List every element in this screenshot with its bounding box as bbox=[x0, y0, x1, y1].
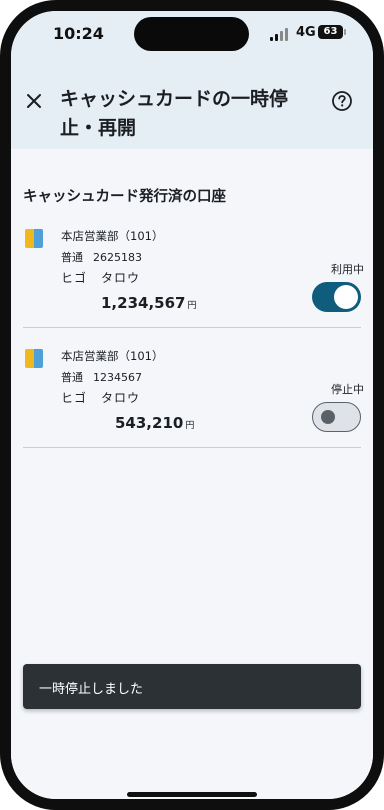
branch-name: 本店営業部（101） bbox=[61, 229, 164, 243]
close-button[interactable] bbox=[23, 90, 45, 112]
app-bar: キャッシュカードの一時停止・再開 bbox=[11, 67, 373, 149]
main-content: キャッシュカード発行済の口座 本店営業部（101） 普通 2625183 ヒゴ タロ… bbox=[11, 149, 373, 799]
balance-amount: 1,234,567 bbox=[101, 294, 186, 312]
battery-icon: 63 bbox=[318, 25, 343, 39]
account-number-line: 普通 1234567 bbox=[61, 369, 142, 385]
home-indicator[interactable] bbox=[127, 792, 257, 797]
close-icon bbox=[27, 94, 41, 108]
divider bbox=[23, 327, 361, 328]
dynamic-island bbox=[134, 17, 249, 51]
status-time: 10:24 bbox=[53, 24, 104, 43]
card-toggle-switch[interactable] bbox=[312, 402, 361, 432]
cash-card-icon bbox=[25, 229, 43, 248]
account-item: 本店営業部（101） 普通 1234567 ヒゴ タロウ 543,210 円 停止中 bbox=[11, 337, 373, 457]
account-holder: ヒゴ タロウ bbox=[61, 269, 140, 286]
signal-icon bbox=[270, 28, 290, 41]
help-button[interactable] bbox=[331, 90, 353, 112]
account-number: 1234567 bbox=[93, 371, 142, 384]
balance: 1,234,567 円 bbox=[101, 293, 196, 312]
phone-frame: 10:24 4G 63 キャッシュカードの一時停止・再開 キャッシュカード発行済… bbox=[0, 0, 384, 810]
card-status-label: 停止中 bbox=[331, 383, 364, 396]
snackbar-message: 一時停止しました bbox=[39, 682, 144, 697]
branch-name: 本店営業部（101） bbox=[61, 349, 164, 363]
balance-currency: 円 bbox=[187, 301, 197, 311]
card-status-label: 利用中 bbox=[331, 263, 364, 276]
balance-currency: 円 bbox=[185, 421, 195, 431]
toggle-knob bbox=[334, 285, 358, 309]
battery-tip bbox=[344, 29, 346, 35]
status-bar: 10:24 4G 63 bbox=[11, 11, 373, 67]
account-type: 普通 bbox=[61, 251, 83, 264]
cash-card-icon bbox=[25, 349, 43, 368]
account-type: 普通 bbox=[61, 371, 83, 384]
divider bbox=[23, 447, 361, 448]
balance: 543,210 円 bbox=[115, 413, 194, 432]
account-holder: ヒゴ タロウ bbox=[61, 389, 140, 406]
holder-last-name: タロウ bbox=[101, 271, 141, 285]
holder-first-name: ヒゴ bbox=[61, 271, 88, 285]
balance-amount: 543,210 bbox=[115, 414, 184, 432]
help-circle-icon bbox=[332, 91, 352, 111]
toggle-knob bbox=[321, 410, 335, 424]
snackbar: 一時停止しました bbox=[23, 664, 361, 709]
section-title: キャッシュカード発行済の口座 bbox=[23, 189, 226, 205]
account-item: 本店営業部（101） 普通 2625183 ヒゴ タロウ 1,234,567 円 利用… bbox=[11, 217, 373, 337]
network-label: 4G bbox=[296, 25, 316, 40]
page-title: キャッシュカードの一時停止・再開 bbox=[60, 88, 289, 139]
holder-first-name: ヒゴ bbox=[61, 391, 88, 405]
account-number: 2625183 bbox=[93, 251, 142, 264]
account-number-line: 普通 2625183 bbox=[61, 249, 142, 265]
card-toggle-switch[interactable] bbox=[312, 282, 361, 312]
holder-last-name: タロウ bbox=[101, 391, 141, 405]
